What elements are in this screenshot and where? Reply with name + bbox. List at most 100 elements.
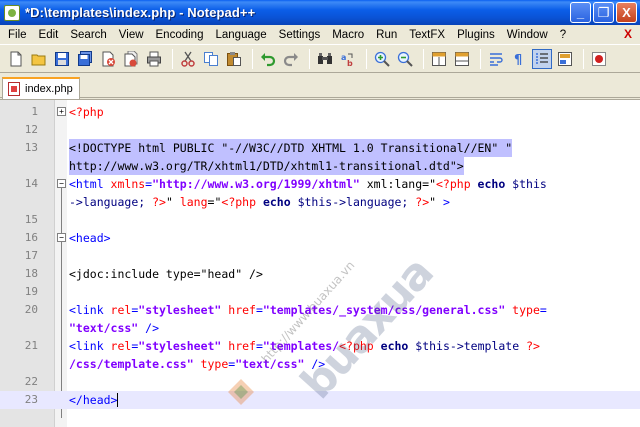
toolbar-separator [480,48,481,69]
open-file-button[interactable] [29,49,49,69]
menu-search[interactable]: Search [64,29,112,41]
code-editor[interactable]: 1 + <?php 12 13 <!DOCTYPE html PUBLIC "-… [0,99,640,427]
zoom-out-button[interactable] [395,49,415,69]
new-file-icon [10,51,22,66]
menu-help[interactable]: ? [554,29,572,41]
fold-expand-icon[interactable]: + [57,107,66,116]
code-text: <link rel="stylesheet" href="templates/_… [69,303,547,317]
show-all-chars-button[interactable]: ¶ [509,49,529,69]
menu-macro[interactable]: Macro [326,29,370,41]
zoom-in-button[interactable] [372,49,392,69]
toolbar: ab ¶ [0,44,640,73]
line-number: 1 [31,105,38,118]
menu-language[interactable]: Language [209,29,272,41]
modified-file-icon [8,82,20,96]
code-text: <head> [69,231,111,245]
replace-button[interactable]: ab [338,49,358,69]
undo-icon [261,52,276,66]
svg-text:¶: ¶ [514,53,522,67]
toolbar-separator [252,48,253,69]
code-line: 21 <link rel="stylesheet" href="template… [0,337,640,355]
window-title: *D:\templates\index.php - Notepad++ [25,5,256,20]
fold-collapse-icon[interactable]: − [57,179,66,188]
code-line: 1 + <?php [0,103,640,121]
toolbar-separator [583,48,584,69]
show-all-chars-icon: ¶ [514,53,522,67]
menu-view[interactable]: View [113,29,150,41]
find-icon [318,52,332,64]
open-file-icon [31,54,46,65]
minimize-button[interactable]: _ [570,2,591,23]
new-file-button[interactable] [6,49,26,69]
indent-guide-icon [536,52,548,65]
print-button[interactable] [144,49,164,69]
redo-button[interactable] [281,49,301,69]
menu-edit[interactable]: Edit [33,29,65,41]
line-number: 16 [24,231,38,244]
svg-text:a: a [341,53,346,62]
record-macro-icon [592,51,606,66]
undo-button[interactable] [258,49,278,69]
code-line-wrapped: "text/css" /> [0,319,640,337]
menu-run[interactable]: Run [370,29,403,41]
tab-label: index.php [25,83,73,95]
line-number: 18 [24,267,38,280]
title-bar[interactable]: *D:\templates\index.php - Notepad++ _ ❐ … [0,0,640,25]
sync-vertical-button[interactable] [429,49,449,69]
close-all-button[interactable] [121,49,141,69]
menu-plugins[interactable]: Plugins [451,29,501,41]
code-text: "text/css" /> [69,321,160,335]
menu-file[interactable]: File [2,29,33,41]
menu-bar: File Edit Search View Encoding Language … [0,25,640,44]
close-document-button[interactable]: X [624,27,632,41]
svg-text:b: b [347,59,353,67]
close-file-button[interactable] [98,49,118,69]
selected-code-text: <!DOCTYPE html PUBLIC "-//W3C//DTD XHTML… [69,139,513,157]
line-number: 13 [24,141,38,154]
find-button[interactable] [315,49,335,69]
document-tab-bar: index.php [0,74,640,99]
user-lang-button[interactable] [555,49,575,69]
menu-textfx[interactable]: TextFX [403,29,451,41]
save-button[interactable] [52,49,72,69]
save-all-button[interactable] [75,49,95,69]
code-line: 13 <!DOCTYPE html PUBLIC "-//W3C//DTD XH… [0,139,640,157]
notepad-plus-plus-icon[interactable] [4,4,20,21]
user-lang-icon [558,51,572,66]
word-wrap-button[interactable] [486,49,506,69]
code-line: 15 [0,211,640,229]
cut-button[interactable] [178,49,198,69]
menu-encoding[interactable]: Encoding [150,29,210,41]
code-text: <?php [69,105,104,119]
save-all-icon [78,50,92,66]
code-line: 18 <jdoc:include type="head" /> [0,265,640,283]
line-number: 19 [24,285,38,298]
code-line-wrapped: ->language; ?>" lang="<?php echo $this->… [0,193,640,211]
tab-index-php[interactable]: index.php [2,77,80,99]
line-number: 23 [24,393,38,406]
fold-collapse-icon[interactable]: − [57,233,66,242]
code-text: <link rel="stylesheet" href="templates/<… [69,339,540,353]
line-number: 15 [24,213,38,226]
code-text: ->language; ?>" lang="<?php echo $this->… [69,195,450,209]
code-text: /css/template.css" type="text/css" /> [69,357,326,371]
paste-button[interactable] [224,49,244,69]
paste-icon [227,51,241,66]
close-window-button[interactable]: X [616,2,637,23]
copy-button[interactable] [201,49,221,69]
menu-window[interactable]: Window [501,29,554,41]
record-macro-button[interactable] [589,49,609,69]
zoom-out-icon [397,51,413,67]
toolbar-separator [172,48,173,69]
toolbar-separator [423,48,424,69]
indent-guide-button[interactable] [532,48,552,69]
current-code-line: 23 </head> [0,391,640,409]
menu-settings[interactable]: Settings [273,29,327,41]
maximize-button[interactable]: ❐ [593,2,614,23]
word-wrap-icon [490,52,503,66]
code-line: 14 − <html xmlns="http://www.w3.org/1999… [0,175,640,193]
redo-icon [283,52,298,66]
sync-horizontal-button[interactable] [452,49,472,69]
code-line: 16 − <head> [0,229,640,247]
copy-icon [204,51,218,66]
